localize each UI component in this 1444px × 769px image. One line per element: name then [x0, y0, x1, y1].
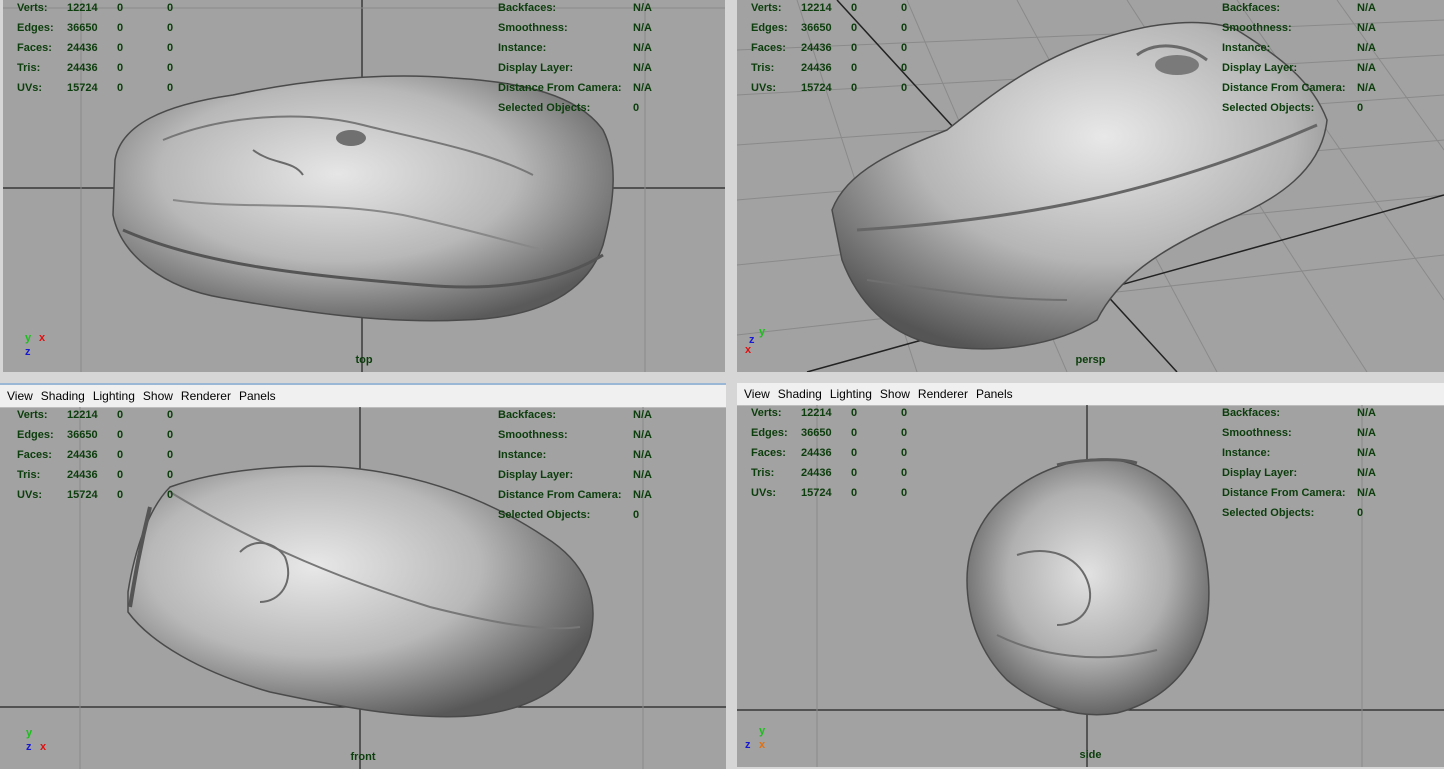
viewport-top[interactable]: Verts: 12214 0 0 Edges: 36650 0 0 Faces: 24436 0…: [3, 0, 725, 372]
axis-indicator: y z x: [745, 326, 775, 364]
hud-right-info: Backfaces: N/A Smoothness: N/A Instance: N/…: [498, 409, 652, 521]
stat-row-verts: Verts: 12214 0 0: [17, 2, 174, 14]
axis-indicator: y z x: [745, 725, 775, 759]
mesh-side[interactable]: [966, 458, 1210, 716]
axis-indicator: y x z: [23, 332, 53, 364]
menu-show[interactable]: Show: [143, 389, 173, 403]
viewport-persp[interactable]: Verts: 12214 0 0 Edges: 36650 0 0 Faces: 24436 0…: [737, 0, 1444, 372]
hud-left-stats: Verts: 12214 0 0 Edges: 36650 0 0 Faces: 24436 0…: [751, 407, 908, 499]
y-axis-label: y: [759, 326, 766, 338]
menu-lighting[interactable]: Lighting: [830, 387, 872, 401]
menu-panels[interactable]: Panels: [976, 387, 1013, 401]
hud-left-stats: Verts: 12214 0 0 Edges: 36650 0 0 Faces: 24436 0…: [751, 2, 908, 94]
menu-renderer[interactable]: Renderer: [918, 387, 968, 401]
viewport-front[interactable]: View Shading Lighting Show Renderer Pane…: [0, 383, 726, 769]
hud-right-info: Backfaces: N/A Smoothness: N/A Instance: N/…: [498, 2, 652, 114]
menu-renderer[interactable]: Renderer: [181, 389, 231, 403]
stat-row-tris: Tris: 24436 0 0: [17, 62, 174, 74]
camera-label: side: [1079, 749, 1102, 761]
camera-label: top: [355, 354, 373, 366]
stat-row-edges: Edges: 36650 0 0: [17, 22, 174, 34]
x-axis-label: x: [39, 332, 46, 344]
x-axis-label: x: [759, 739, 766, 751]
z-axis-label: z: [745, 739, 751, 751]
hud-right-info: Backfaces: N/A Smoothness: N/A Instance: N/…: [1222, 2, 1376, 114]
menu-lighting[interactable]: Lighting: [93, 389, 135, 403]
menu-shading[interactable]: Shading: [778, 387, 822, 401]
y-axis-label: y: [26, 727, 33, 739]
x-axis-label: x: [40, 741, 47, 753]
z-axis-label: z: [25, 346, 31, 358]
y-axis-label: y: [759, 725, 766, 737]
z-axis-label: z: [26, 741, 32, 753]
stat-row-uvs: UVs: 15724 0 0: [17, 82, 174, 94]
menu-show[interactable]: Show: [880, 387, 910, 401]
hud-right-info: Backfaces: N/A Smoothness: N/A Instance: N/…: [1222, 407, 1376, 519]
panel-menubar: View Shading Lighting Show Renderer Pane…: [737, 383, 1444, 406]
panel-menubar: View Shading Lighting Show Renderer Pane…: [0, 385, 726, 408]
y-axis-label: y: [25, 332, 32, 344]
menu-view[interactable]: View: [744, 387, 770, 401]
stat-row-faces: Faces: 24436 0 0: [17, 42, 174, 54]
menu-panels[interactable]: Panels: [239, 389, 276, 403]
axis-indicator: y z x: [24, 727, 54, 761]
viewport-side[interactable]: View Shading Lighting Show Renderer Pane…: [737, 383, 1444, 767]
menu-shading[interactable]: Shading: [41, 389, 85, 403]
x-axis-label: x: [745, 344, 752, 356]
camera-label: persp: [1075, 354, 1106, 366]
menu-view[interactable]: View: [7, 389, 33, 403]
hud-left-stats: Verts: 12214 0 0 Edges: 36650 0 0 Faces: 24436 0…: [17, 409, 174, 501]
camera-label: front: [350, 751, 376, 763]
hud-left-stats: Verts: 12214 0 0 Edges: 36650 0 0 Faces: 24436 0…: [17, 0, 197, 98]
